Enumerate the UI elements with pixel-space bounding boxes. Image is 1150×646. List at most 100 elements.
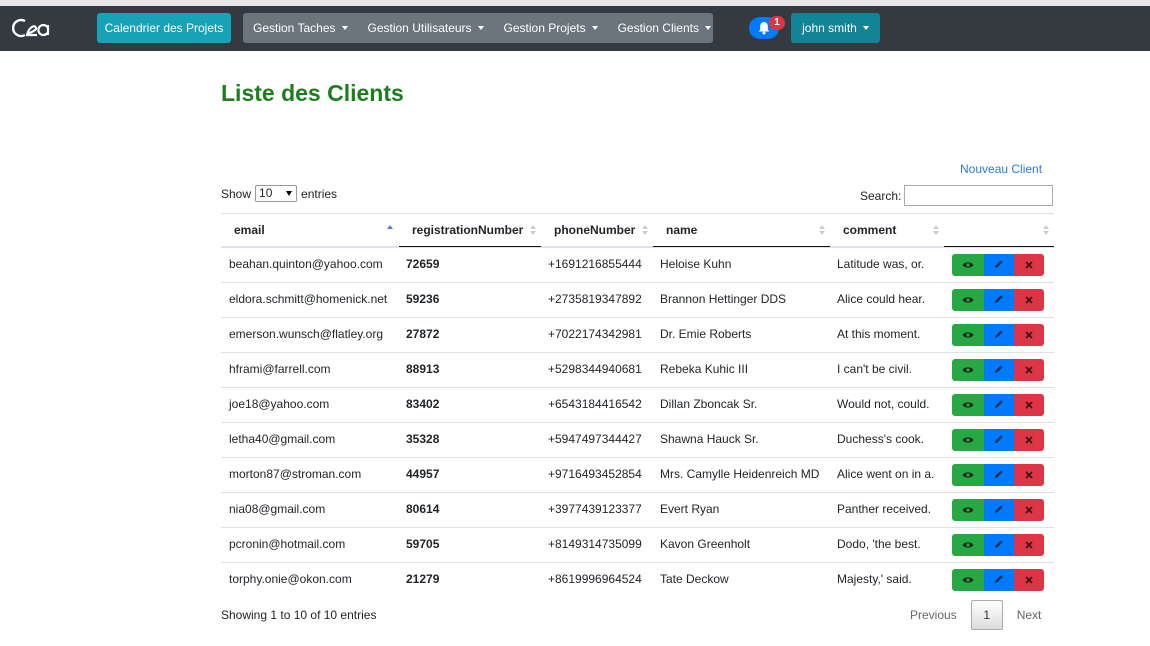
menu-gestion-taches[interactable]: Gestion Taches: [243, 21, 358, 35]
row-actions: [952, 429, 1044, 451]
next-page-button[interactable]: Next: [1007, 608, 1052, 622]
delete-button[interactable]: [1014, 499, 1044, 521]
view-button[interactable]: [952, 464, 984, 486]
delete-button[interactable]: [1014, 464, 1044, 486]
menu-label: Gestion Projets: [503, 21, 586, 35]
sort-icon: [1043, 225, 1049, 235]
previous-page-button[interactable]: Previous: [900, 608, 967, 622]
edit-button[interactable]: [984, 359, 1014, 381]
view-button[interactable]: [952, 534, 984, 556]
view-button[interactable]: [952, 254, 984, 276]
delete-button[interactable]: [1014, 254, 1044, 276]
table-row: torphy.onie@okon.com 21279 +8619996964524 T…: [221, 562, 1054, 597]
column-label: registrationNumber: [412, 223, 524, 237]
table-row: joe18@yahoo.com 83402 +6543184416542 Dillan…: [221, 387, 1054, 422]
pencil-icon: [994, 363, 1004, 377]
menu-gestion-projets[interactable]: Gestion Projets: [494, 21, 608, 35]
view-button[interactable]: [952, 324, 984, 346]
cell-comment: Dodo, 'the best.: [837, 537, 921, 551]
cell-phone-number: +2735819347892: [548, 292, 642, 306]
column-label: comment: [843, 223, 897, 237]
user-menu-button[interactable]: john smith: [791, 13, 880, 43]
sort-icon: [642, 225, 648, 235]
view-button[interactable]: [952, 569, 984, 591]
eye-icon: [962, 258, 974, 272]
cell-email: letha40@gmail.com: [229, 432, 336, 446]
delete-button[interactable]: [1014, 429, 1044, 451]
page-1-button[interactable]: 1: [970, 600, 1003, 630]
menu-label: Gestion Utilisateurs: [367, 21, 472, 35]
cell-registration-number: 44957: [406, 467, 440, 481]
delete-button[interactable]: [1014, 394, 1044, 416]
column-header-registration-number[interactable]: registrationNumber: [399, 214, 541, 248]
edit-button[interactable]: [984, 394, 1014, 416]
view-button[interactable]: [952, 499, 984, 521]
close-icon: [1025, 398, 1033, 412]
column-label: email: [234, 223, 265, 237]
view-button[interactable]: [952, 394, 984, 416]
view-button[interactable]: [952, 429, 984, 451]
search-input[interactable]: [904, 185, 1053, 206]
notification-count-badge: 1: [769, 16, 785, 30]
column-header-actions[interactable]: [944, 214, 1054, 248]
entries-length-control: Show 10 entries: [221, 185, 337, 202]
chevron-down-icon: [591, 26, 598, 30]
close-icon: [1025, 363, 1033, 377]
close-icon: [1025, 293, 1033, 307]
edit-button[interactable]: [984, 429, 1014, 451]
view-button[interactable]: [952, 289, 984, 311]
edit-button[interactable]: [984, 324, 1014, 346]
edit-button[interactable]: [984, 534, 1014, 556]
close-icon: [1025, 258, 1033, 272]
new-client-link[interactable]: Nouveau Client: [960, 162, 1042, 176]
column-header-comment[interactable]: comment: [830, 214, 944, 248]
cell-name: Evert Ryan: [660, 502, 720, 516]
menu-gestion-utilisateurs[interactable]: Gestion Utilisateurs: [358, 21, 494, 35]
user-name: john smith: [802, 21, 857, 35]
cell-phone-number: +9716493452854: [548, 467, 642, 481]
column-header-email[interactable]: email: [221, 214, 398, 248]
calendar-projects-button[interactable]: Calendrier des Projets: [97, 13, 231, 43]
pencil-icon: [994, 468, 1004, 482]
cell-phone-number: +5947497344427: [548, 432, 642, 446]
entries-select[interactable]: 10: [255, 185, 298, 202]
cell-name: Dillan Zboncak Sr.: [660, 397, 758, 411]
app-logo[interactable]: [12, 16, 52, 40]
cell-email: emerson.wunsch@flatley.org: [229, 327, 384, 341]
menu-gestion-clients[interactable]: Gestion Clients: [608, 21, 721, 35]
column-header-phone-number[interactable]: phoneNumber: [541, 214, 653, 248]
cell-registration-number: 72659: [406, 257, 440, 271]
delete-button[interactable]: [1014, 569, 1044, 591]
delete-button[interactable]: [1014, 534, 1044, 556]
view-button[interactable]: [952, 359, 984, 381]
edit-button[interactable]: [984, 499, 1014, 521]
menu-label: Gestion Clients: [617, 21, 699, 35]
cell-phone-number: +1691216855444: [548, 257, 642, 271]
edit-button[interactable]: [984, 464, 1014, 486]
cell-email: morton87@stroman.com: [229, 467, 362, 481]
page-title: Liste des Clients: [221, 80, 404, 106]
management-menus: Gestion Taches Gestion Utilisateurs Gest…: [243, 13, 713, 43]
edit-button[interactable]: [984, 289, 1014, 311]
table-row: beahan.quinton@yahoo.com 72659 +1691216855…: [221, 247, 1054, 282]
show-label: Show: [221, 186, 252, 201]
eye-icon: [962, 363, 974, 377]
edit-button[interactable]: [984, 254, 1014, 276]
table-row: emerson.wunsch@flatley.org 27872 +70221743…: [221, 317, 1054, 352]
clients-table: email registrationNumber phoneNumber nam…: [221, 213, 1054, 598]
cell-name: Kavon Greenholt: [660, 537, 751, 551]
close-icon: [1025, 328, 1033, 342]
delete-button[interactable]: [1014, 359, 1044, 381]
close-icon: [1025, 573, 1033, 587]
sort-ascending-icon: [387, 225, 393, 235]
chevron-down-icon: [862, 26, 869, 30]
delete-button[interactable]: [1014, 289, 1044, 311]
table-row: pcronin@hotmail.com 59705 +8149314735099 Ka…: [221, 527, 1054, 562]
delete-button[interactable]: [1014, 324, 1044, 346]
cell-name: Mrs. Camylle Heidenreich MD: [660, 467, 820, 481]
cell-comment: Latitude was, or.: [837, 257, 925, 271]
cell-name: Heloise Kuhn: [660, 257, 732, 271]
edit-button[interactable]: [984, 569, 1014, 591]
cell-registration-number: 80614: [406, 502, 440, 516]
column-header-name[interactable]: name: [653, 214, 830, 248]
